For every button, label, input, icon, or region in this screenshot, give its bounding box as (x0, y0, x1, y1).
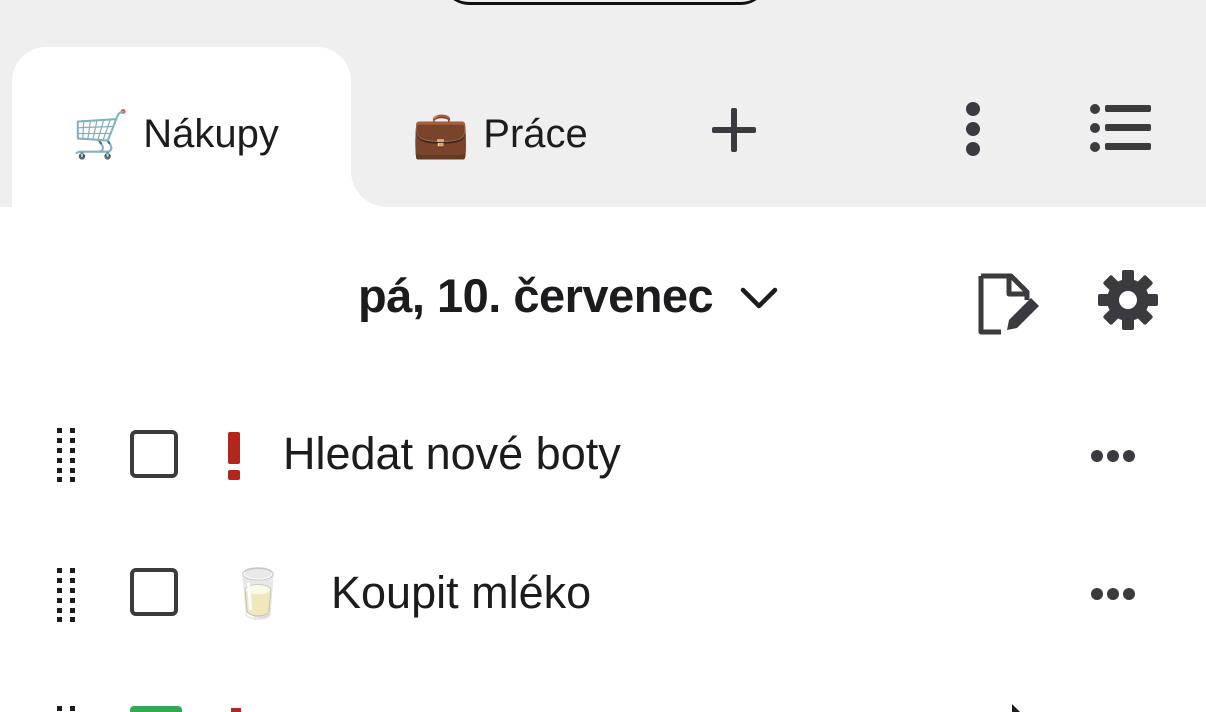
drag-handle-icon[interactable] (55, 426, 79, 482)
task-title[interactable]: Koupit mléko (331, 567, 591, 619)
milk-glass-icon: 🥛 (228, 568, 288, 621)
tab-bar: 🛒 Nákupy 💼 Práce (0, 0, 1206, 227)
edit-note-button[interactable] (972, 272, 1044, 336)
chevron-down-icon (740, 287, 778, 308)
tab-label: Práce (483, 111, 588, 156)
tab-nakupy[interactable]: 🛒 Nákupy (72, 104, 279, 164)
chevron-icon[interactable] (1010, 702, 1030, 712)
tab-label: Nákupy (143, 111, 279, 156)
date-selector[interactable]: pá, 10. červenec (358, 268, 779, 323)
page-title: pá, 10. červenec (358, 269, 714, 322)
add-tab-button[interactable] (708, 104, 760, 156)
edit-note-icon (978, 273, 1039, 335)
task-checkbox[interactable] (130, 430, 178, 478)
settings-button[interactable] (1096, 268, 1160, 332)
shopping-cart-icon: 🛒 (72, 107, 130, 161)
plus-icon (712, 108, 756, 152)
tab-curve (351, 171, 391, 207)
list-icon (1090, 104, 1151, 152)
more-options-button[interactable] (955, 100, 991, 158)
list-view-button[interactable] (1086, 100, 1154, 156)
exclamation-icon (228, 432, 240, 480)
drag-handle-icon[interactable] (55, 704, 79, 712)
tab-prace[interactable]: 💼 Práce (412, 104, 588, 164)
task-title[interactable]: Hledat nové boty (283, 428, 621, 480)
device-notch (440, 0, 770, 5)
task-checkbox[interactable] (130, 568, 178, 616)
drag-handle-icon[interactable] (55, 566, 79, 622)
gear-icon (1098, 270, 1158, 330)
task-more-icon[interactable] (1090, 448, 1136, 464)
exclamation-icon (231, 708, 241, 712)
task-more-icon[interactable] (1090, 586, 1136, 602)
vertical-dots-icon (966, 102, 980, 156)
briefcase-icon: 💼 (412, 107, 470, 161)
task-checkbox-checked[interactable] (130, 706, 182, 712)
